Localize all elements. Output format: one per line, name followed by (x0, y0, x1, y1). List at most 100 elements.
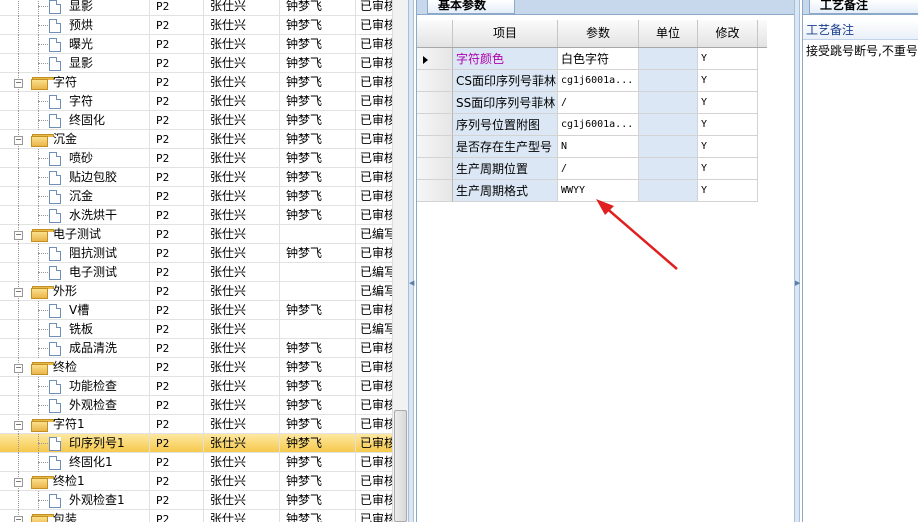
tree-folder-row[interactable]: − 电子测试 P2 张仕兴 已编写 (0, 225, 392, 244)
row-indicator[interactable] (417, 92, 453, 114)
params-grid-row[interactable]: 生产周期位置 / Y (417, 158, 767, 180)
param-item-cell[interactable]: CS面印序列号菲林 (453, 70, 558, 92)
tree-node-cell[interactable]: 显影 (0, 0, 150, 16)
tree-scrollbar-thumb[interactable] (394, 410, 407, 522)
params-grid-row[interactable]: SS面印序列号菲林 / Y (417, 92, 767, 114)
tree-item-row[interactable]: 喷砂 P2 张仕兴 钟梦飞 已审核 (0, 149, 392, 168)
tree-folder-row[interactable]: − 外形 P2 张仕兴 已编写 (0, 282, 392, 301)
param-value-cell[interactable]: / (558, 158, 639, 180)
params-grid-row[interactable]: 序列号位置附图 cg1j6001a... Y (417, 114, 767, 136)
param-item-cell[interactable]: 字符颜色 (453, 48, 558, 70)
param-unit-cell[interactable] (639, 48, 698, 70)
collapse-icon[interactable]: − (14, 421, 23, 430)
tree-folder-row[interactable]: − 字符1 P2 张仕兴 钟梦飞 已审核 (0, 415, 392, 434)
param-item-cell[interactable]: 生产周期格式 (453, 180, 558, 202)
row-indicator[interactable] (417, 70, 453, 92)
header-param[interactable]: 参数 (558, 20, 639, 47)
tree-item-row[interactable]: 铣板 P2 张仕兴 已编写 (0, 320, 392, 339)
tab-basic-params[interactable]: 基本参数 (427, 0, 515, 14)
param-value-cell[interactable]: cg1j6001a... (558, 70, 639, 92)
param-edit-cell[interactable]: Y (698, 158, 758, 180)
header-unit[interactable]: 单位 (639, 20, 698, 47)
collapse-icon[interactable]: − (14, 364, 23, 373)
tree-node-cell[interactable]: 显影 (0, 54, 150, 73)
tree-node-cell[interactable]: − 电子测试 (0, 225, 150, 244)
param-unit-cell[interactable] (639, 180, 698, 202)
tree-item-row[interactable]: 功能检查 P2 张仕兴 钟梦飞 已审核 (0, 377, 392, 396)
tree-node-cell[interactable]: − 终检1 (0, 472, 150, 491)
param-item-cell[interactable]: SS面印序列号菲林 (453, 92, 558, 114)
tree-node-cell[interactable]: 外观检查 (0, 396, 150, 415)
tree-folder-row[interactable]: − 字符 P2 张仕兴 钟梦飞 已审核 (0, 73, 392, 92)
param-edit-cell[interactable]: Y (698, 114, 758, 136)
tree-node-cell[interactable]: − 字符1 (0, 415, 150, 434)
tree-folder-row[interactable]: − 终检 P2 张仕兴 钟梦飞 已审核 (0, 358, 392, 377)
param-item-cell[interactable]: 是否存在生产型号 (453, 136, 558, 158)
param-edit-cell[interactable]: Y (698, 136, 758, 158)
param-edit-cell[interactable]: Y (698, 180, 758, 202)
row-indicator[interactable] (417, 48, 453, 70)
param-unit-cell[interactable] (639, 114, 698, 136)
param-value-cell[interactable]: / (558, 92, 639, 114)
param-edit-cell[interactable]: Y (698, 70, 758, 92)
params-grid-row[interactable]: 是否存在生产型号 N Y (417, 136, 767, 158)
row-indicator[interactable] (417, 136, 453, 158)
tree-node-cell[interactable]: 成品清洗 (0, 339, 150, 358)
tree-folder-row[interactable]: − 终检1 P2 张仕兴 钟梦飞 已审核 (0, 472, 392, 491)
param-unit-cell[interactable] (639, 136, 698, 158)
tree-node-cell[interactable]: 终固化1 (0, 453, 150, 472)
row-indicator[interactable] (417, 158, 453, 180)
tree-item-row[interactable]: 曝光 P2 张仕兴 钟梦飞 已审核 (0, 35, 392, 54)
tree-node-cell[interactable]: 水洗烘干 (0, 206, 150, 225)
tree-folder-row[interactable]: − 沉金 P2 张仕兴 钟梦飞 已审核 (0, 130, 392, 149)
collapse-icon[interactable]: − (14, 288, 23, 297)
tree-node-cell[interactable]: − 外形 (0, 282, 150, 301)
tree-item-row[interactable]: 阻抗测试 P2 张仕兴 钟梦飞 已审核 (0, 244, 392, 263)
tree-node-cell[interactable]: 印序列号1 (0, 434, 150, 453)
tree-node-cell[interactable]: V槽 (0, 301, 150, 320)
tree-scrollbar[interactable] (392, 0, 409, 522)
tree-node-cell[interactable]: 字符 (0, 92, 150, 111)
tree-item-row[interactable]: 显影 P2 张仕兴 钟梦飞 已审核 (0, 0, 392, 16)
tree-item-row[interactable]: 终固化1 P2 张仕兴 钟梦飞 已审核 (0, 453, 392, 472)
param-value-cell[interactable]: 白色字符 (558, 48, 639, 70)
param-edit-cell[interactable]: Y (698, 92, 758, 114)
param-item-cell[interactable]: 生产周期位置 (453, 158, 558, 180)
params-grid-row[interactable]: CS面印序列号菲林 cg1j6001a... Y (417, 70, 767, 92)
tree-item-row[interactable]: 沉金 P2 张仕兴 钟梦飞 已审核 (0, 187, 392, 206)
collapse-icon[interactable]: − (14, 231, 23, 240)
collapse-icon[interactable]: − (14, 516, 23, 522)
tree-item-row[interactable]: 终固化 P2 张仕兴 钟梦飞 已审核 (0, 111, 392, 130)
param-unit-cell[interactable] (639, 70, 698, 92)
tree-node-cell[interactable]: − 终检 (0, 358, 150, 377)
collapse-icon[interactable]: − (14, 136, 23, 145)
tree-item-row[interactable]: 外观检查1 P2 张仕兴 钟梦飞 已审核 (0, 491, 392, 510)
tree-item-row[interactable]: V槽 P2 张仕兴 钟梦飞 已审核 (0, 301, 392, 320)
tree-node-cell[interactable]: 喷砂 (0, 149, 150, 168)
right-splitter[interactable]: ▶ (794, 0, 800, 522)
collapse-icon[interactable]: − (14, 79, 23, 88)
tree-item-row[interactable]: 字符 P2 张仕兴 钟梦飞 已审核 (0, 92, 392, 111)
param-item-cell[interactable]: 序列号位置附图 (453, 114, 558, 136)
tree-item-row[interactable]: 外观检查 P2 张仕兴 钟梦飞 已审核 (0, 396, 392, 415)
param-unit-cell[interactable] (639, 158, 698, 180)
collapse-icon[interactable]: − (14, 478, 23, 487)
tree-item-row[interactable]: 印序列号1 P2 张仕兴 钟梦飞 已审核 (0, 434, 392, 453)
param-value-cell[interactable]: N (558, 136, 639, 158)
tree-node-cell[interactable]: 贴边包胶 (0, 168, 150, 187)
params-grid-row[interactable]: 字符颜色 白色字符 Y (417, 48, 767, 70)
notes-text[interactable]: 接受跳号断号,不重号 (806, 42, 918, 59)
params-grid-row[interactable]: 生产周期格式 WWYY Y (417, 180, 767, 202)
param-unit-cell[interactable] (639, 92, 698, 114)
tree-node-cell[interactable]: − 包装 (0, 510, 150, 522)
tree-node-cell[interactable]: 铣板 (0, 320, 150, 339)
tree-node-cell[interactable]: 电子测试 (0, 263, 150, 282)
tree-item-row[interactable]: 显影 P2 张仕兴 钟梦飞 已审核 (0, 54, 392, 73)
header-edit[interactable]: 修改 (698, 20, 758, 47)
tree-node-cell[interactable]: 曝光 (0, 35, 150, 54)
row-indicator[interactable] (417, 180, 453, 202)
param-value-cell[interactable]: cg1j6001a... (558, 114, 639, 136)
header-item[interactable]: 项目 (453, 20, 558, 47)
tree-item-row[interactable]: 成品清洗 P2 张仕兴 钟梦飞 已审核 (0, 339, 392, 358)
tree-item-row[interactable]: 贴边包胶 P2 张仕兴 钟梦飞 已审核 (0, 168, 392, 187)
